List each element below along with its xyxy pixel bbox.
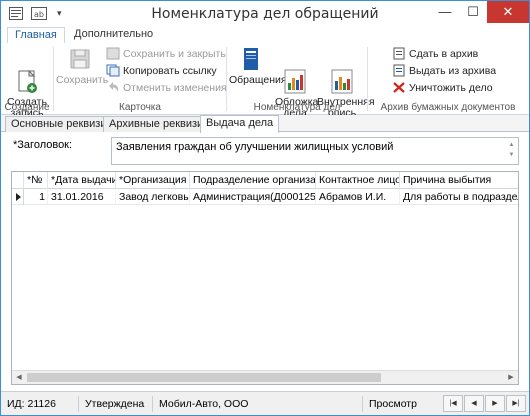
next-record-button[interactable]: ▶ [485, 395, 505, 412]
issuance-grid: *№ *Дата выдачи *Организация Подразделен… [11, 171, 519, 385]
last-record-button[interactable]: ▶| [506, 395, 526, 412]
row-pointer-icon [12, 189, 24, 205]
save-close-icon [106, 47, 120, 60]
inventory-report-icon [327, 58, 357, 94]
ribbon: Создать запись Создание Сохранить Сохран… [1, 43, 529, 119]
ribbon-tabs: Главная Дополнительно [1, 27, 529, 43]
status-state: Утверждена [81, 396, 153, 412]
copy-link-button[interactable]: Копировать ссылку [106, 64, 217, 79]
column-header[interactable]: Контактное лицо [316, 172, 400, 189]
undo-icon [106, 81, 120, 94]
tab-main[interactable]: Главная [7, 27, 65, 43]
grid-header: *№ *Дата выдачи *Организация Подразделен… [12, 172, 518, 189]
status-id: ИД: 21126 [3, 396, 79, 412]
save-icon [65, 47, 95, 73]
issue-from-archive-button[interactable]: Выдать из архива [392, 64, 496, 79]
cancel-changes-button[interactable]: Отменить изменения [106, 81, 227, 96]
scroll-left-icon[interactable]: ◀ [12, 371, 26, 384]
copy-link-icon [106, 64, 120, 77]
column-header[interactable]: *Дата выдачи [48, 172, 116, 189]
table-row[interactable]: 1 31.01.2016 Завод легковых... Администр… [12, 189, 518, 205]
main-window: ab ▾ Номенклатура дел обращений — ☐ ✕ Гл… [0, 0, 530, 416]
cell-department: Администрация(Д000125) [190, 189, 316, 205]
status-bar: ИД: 21126 Утверждена Мобил-Авто, ООО Про… [1, 391, 529, 415]
grid-corner [12, 172, 24, 189]
cell-number: 1 [24, 189, 48, 205]
group-archive: Сдать в архив Выдать из архива Уничтожит… [368, 43, 528, 115]
title-field-label: *Заголовок: [13, 139, 73, 151]
title-field-value: Заявления граждан об улучшении жилищных … [116, 141, 394, 153]
title-field[interactable]: Заявления граждан об улучшении жилищных … [111, 137, 519, 165]
scroll-thumb[interactable] [27, 373, 381, 382]
requests-button[interactable]: Обращения [229, 45, 287, 86]
delete-x-icon [392, 81, 406, 94]
scroll-right-icon[interactable]: ▶ [504, 371, 518, 384]
group-nomenclature: Обращения Обложка дела Внутренняя опись … [227, 43, 375, 119]
content-area: *Заголовок: Заявления граждан об улучшен… [1, 133, 529, 391]
status-organization: Мобил-Авто, ООО [155, 396, 363, 412]
title-scroll-icon[interactable]: ▲ ▼ [507, 140, 516, 162]
first-record-button[interactable]: |◀ [443, 395, 463, 412]
group-create-label: Создание [4, 102, 50, 113]
tab-case-issuance[interactable]: Выдача дела [200, 115, 280, 133]
cell-reason: Для работы в подразделе... [403, 191, 518, 203]
cell-organization: Завод легковых... [116, 189, 190, 205]
requests-icon [236, 47, 266, 73]
column-header[interactable]: Причина выбытия [400, 172, 518, 189]
destroy-case-button[interactable]: Уничтожить дело [392, 81, 493, 96]
archive-in-icon [392, 47, 406, 60]
cell-contact: Абрамов И.И. [316, 189, 400, 205]
hand-over-to-archive-button[interactable]: Сдать в архив [392, 47, 478, 62]
archive-out-icon [392, 64, 406, 77]
maximize-button[interactable]: ☐ [459, 1, 487, 23]
horizontal-scrollbar[interactable]: ◀ ▶ [12, 370, 518, 384]
previous-record-button[interactable]: ◀ [464, 395, 484, 412]
save-button[interactable]: Сохранить [56, 45, 108, 86]
chart-report-icon [280, 58, 310, 94]
group-card: Сохранить Сохранить и закрыть Копировать… [54, 43, 227, 115]
group-archive-label: Архив бумажных документов [380, 102, 516, 113]
group-card-label: Карточка [119, 102, 161, 113]
group-create: Создать запись Создание [1, 43, 53, 119]
document-tabs: Основные реквизиты Архивные реквизиты Вы… [1, 115, 529, 133]
title-bar: ab ▾ Номенклатура дел обращений — ☐ ✕ [1, 1, 529, 27]
group-nomenclature-label: Номенклатура дел [253, 102, 341, 113]
minimize-button[interactable]: — [431, 1, 459, 23]
cell-issue-date: 31.01.2016 [48, 189, 116, 205]
save-and-close-button[interactable]: Сохранить и закрыть [106, 47, 226, 62]
column-header[interactable]: *Организация [116, 172, 190, 189]
column-header[interactable]: Подразделение организации [190, 172, 316, 189]
close-button[interactable]: ✕ [487, 1, 529, 23]
status-mode: Просмотр [369, 398, 417, 410]
tab-additional[interactable]: Дополнительно [67, 27, 160, 43]
new-document-icon [12, 58, 42, 93]
column-header[interactable]: *№ [24, 172, 48, 189]
